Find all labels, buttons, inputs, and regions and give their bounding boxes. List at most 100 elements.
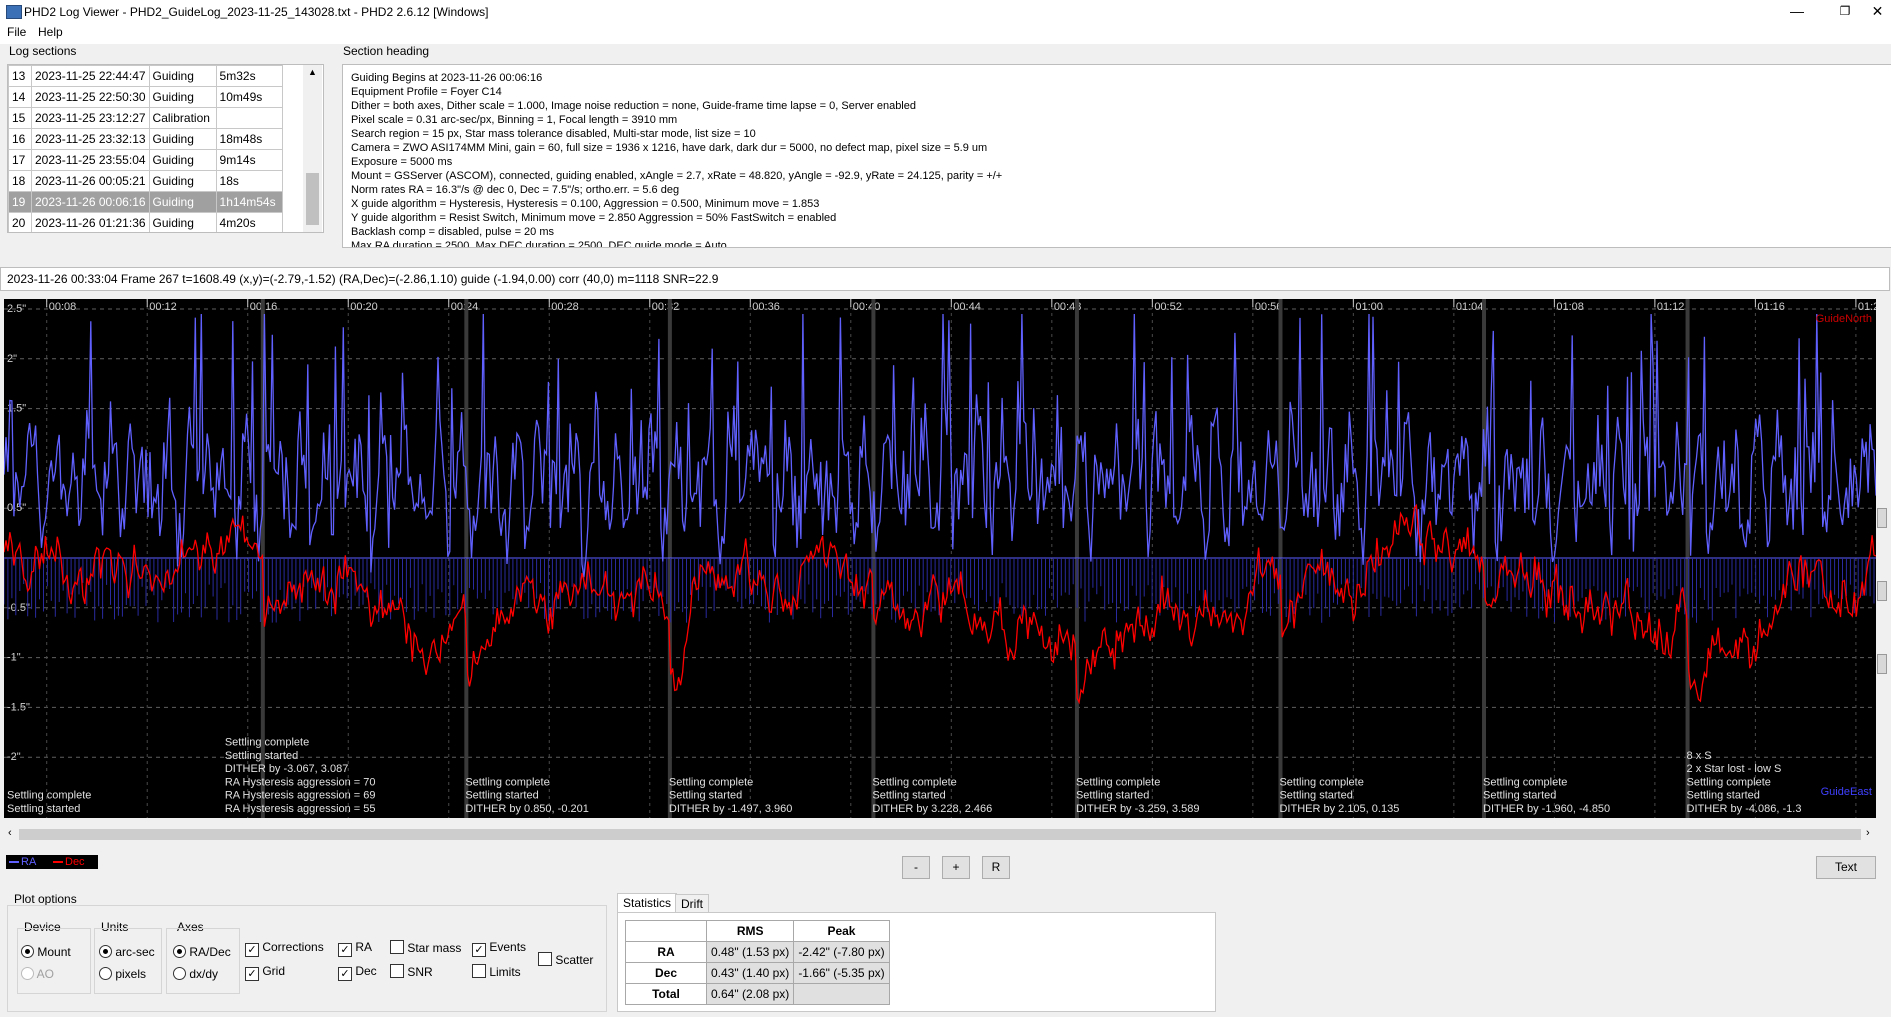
event-annotation: 2 x Star lost - low S [1687, 763, 1782, 775]
event-annotation: DITHER by -1.960, -4.850 [1483, 803, 1610, 815]
tab-statistics[interactable]: Statistics [617, 893, 678, 912]
log-cell-dur: 18s [215, 170, 283, 192]
side-handle[interactable] [1877, 581, 1887, 601]
radio-dot-icon [173, 967, 186, 980]
limits-checkbox[interactable]: Limits [472, 964, 521, 979]
heading-line: Exposure = 5000 ms [351, 156, 453, 168]
log-sections-list[interactable]: 13 2023-11-25 22:44:47 Guiding 5m32s 14 2023-… [7, 64, 324, 233]
device-ao-radio[interactable]: AO [21, 967, 54, 981]
log-section-row[interactable]: 13 2023-11-25 22:44:47 Guiding 5m32s [8, 65, 283, 87]
event-annotation: DITHER by -3.067, 3.087 [225, 763, 349, 775]
units-arcsec-radio[interactable]: arc-sec [99, 945, 155, 959]
text-button[interactable]: Text [1816, 856, 1876, 879]
tab-drift[interactable]: Drift [675, 894, 709, 913]
scatter-checkbox[interactable]: Scatter [538, 952, 593, 967]
device-mount-radio[interactable]: Mount [21, 945, 71, 959]
event-annotation: Settling complete [465, 776, 549, 788]
guide-north-label: GuideNorth [1816, 313, 1872, 325]
side-handle[interactable] [1877, 654, 1887, 674]
scroll-left-icon[interactable]: ‹ [8, 827, 12, 839]
scroll-thumb[interactable] [306, 173, 319, 225]
peak-value: -2.42" (-7.80 px) [793, 941, 890, 963]
radio-dot-icon [99, 967, 112, 980]
event-annotation: Settling complete [872, 776, 956, 788]
x-tick-label: 00:40 [853, 301, 881, 313]
rms-value: 0.48" (1.53 px) [705, 941, 795, 963]
graph-scroll-thumb[interactable] [19, 829, 1861, 840]
event-annotation: 8 x S [1687, 750, 1712, 762]
dec-series-line [4, 503, 1876, 705]
x-tick-label: 00:44 [953, 301, 981, 313]
menu-help[interactable]: Help [38, 25, 63, 39]
log-sections-scrollbar[interactable]: ▲ [303, 65, 322, 232]
log-sections-title: Log sections [9, 44, 77, 58]
x-tick-label: 00:56 [1255, 301, 1283, 313]
corrections-checkbox[interactable]: ✓ Corrections [245, 940, 324, 957]
x-tick-label: 01:00 [1355, 301, 1383, 313]
guide-graph-svg: 2.5"2"1.5"0.5"-0.5"-1"-1.5"-2"00:08 00:12… [4, 299, 1876, 818]
heading-line: Guiding Begins at 2023-11-26 00:06:16 [351, 72, 543, 84]
zoom-in-button[interactable]: + [942, 856, 970, 879]
log-cell-time: 2023-11-26 00:06:16 [31, 191, 150, 213]
event-annotation: Settling started [872, 790, 945, 802]
graph-side-handles [1877, 508, 1887, 674]
close-button[interactable]: ✕ [1864, 0, 1891, 24]
log-section-row[interactable]: 19 2023-11-26 00:06:16 Guiding 1h14m54s [8, 191, 283, 213]
heading-line: X guide algorithm = Hysteresis, Hysteres… [351, 198, 820, 210]
radio-dot-icon [173, 945, 186, 958]
event-annotation: Settling started [669, 790, 742, 802]
event-annotation: Settling started [465, 790, 538, 802]
log-cell-type: Guiding [148, 149, 217, 171]
log-cell-num: 14 [8, 86, 32, 108]
graph-legend: RA Dec [6, 855, 98, 869]
checkbox-icon [538, 952, 552, 966]
units-pixels-radio[interactable]: pixels [99, 967, 146, 981]
axes-dxdy-radio[interactable]: dx/dy [173, 967, 218, 981]
checkbox-icon [390, 964, 404, 978]
x-tick-label: 01:16 [1757, 301, 1785, 313]
x-tick-label: 01:08 [1556, 301, 1584, 313]
checkmark-icon: ✓ [245, 943, 259, 957]
ra-series-line [4, 313, 1876, 578]
axes-radec-radio[interactable]: RA/Dec [173, 945, 231, 959]
log-cell-num: 19 [8, 191, 32, 213]
snr-checkbox[interactable]: SNR [390, 964, 433, 979]
statistics-table: RMS Peak RA 0.48" (1.53 px) -2.42" (-7.8… [625, 920, 890, 1005]
scroll-right-icon[interactable]: › [1866, 827, 1870, 839]
checkmark-icon: ✓ [338, 943, 352, 957]
log-section-row[interactable]: 17 2023-11-25 23:55:04 Guiding 9m14s [8, 149, 283, 171]
log-cell-time: 2023-11-26 00:05:21 [31, 170, 150, 192]
log-section-row[interactable]: 16 2023-11-25 23:32:13 Guiding 18m48s [8, 128, 283, 150]
side-handle[interactable] [1877, 508, 1887, 528]
zoom-out-button[interactable]: - [902, 856, 930, 879]
app-icon [6, 5, 22, 19]
log-section-row[interactable]: 18 2023-11-26 00:05:21 Guiding 18s [8, 170, 283, 192]
graph-scrollbar[interactable]: ‹ › [4, 826, 1876, 843]
log-cell-dur: 5m32s [215, 65, 283, 87]
log-section-row[interactable]: 15 2023-11-25 23:12:27 Calibration [8, 107, 283, 129]
event-annotation: Settling complete [1076, 776, 1160, 788]
events-checkbox[interactable]: ✓ Events [472, 940, 526, 957]
x-tick-label: 00:12 [149, 301, 177, 313]
log-cell-time: 2023-11-25 23:32:13 [31, 128, 150, 150]
radio-dot-icon [21, 967, 34, 980]
frame-info-bar: 2023-11-26 00:33:04 Frame 267 t=1608.49 … [0, 267, 1890, 291]
stats-row-ra: RA 0.48" (1.53 px) -2.42" (-7.80 px) [625, 941, 890, 963]
heading-line: Backlash comp = disabled, pulse = 20 ms [351, 226, 555, 238]
ra-checkbox[interactable]: ✓ RA [338, 940, 372, 957]
guide-graph[interactable]: 2.5" 2" 1.5" 0.5" -0.5" -1" -1.5" -2" 00:08 00:12… [4, 299, 1876, 818]
minimize-button[interactable]: — [1774, 0, 1820, 24]
grid-checkbox[interactable]: ✓ Grid [245, 964, 285, 981]
dec-checkbox[interactable]: ✓ Dec [338, 964, 377, 981]
log-cell-type: Guiding [148, 212, 217, 232]
star-mass-checkbox[interactable]: Star mass [390, 940, 461, 955]
scroll-up-icon[interactable]: ▲ [308, 67, 317, 77]
restore-button[interactable]: ❐ [1822, 0, 1868, 24]
log-section-row[interactable]: 14 2023-11-25 22:50:30 Guiding 10m49s [8, 86, 283, 108]
log-section-row[interactable]: 20 2023-11-26 01:21:36 Guiding 4m20s [8, 212, 283, 232]
log-cell-dur: 4m20s [215, 212, 283, 232]
zoom-reset-button[interactable]: R [982, 856, 1010, 879]
menu-file[interactable]: File [7, 25, 26, 39]
x-tick-label: 01:12 [1657, 301, 1685, 313]
section-heading-text[interactable]: Guiding Begins at 2023-11-26 00:06:16 Equ… [342, 64, 1891, 248]
